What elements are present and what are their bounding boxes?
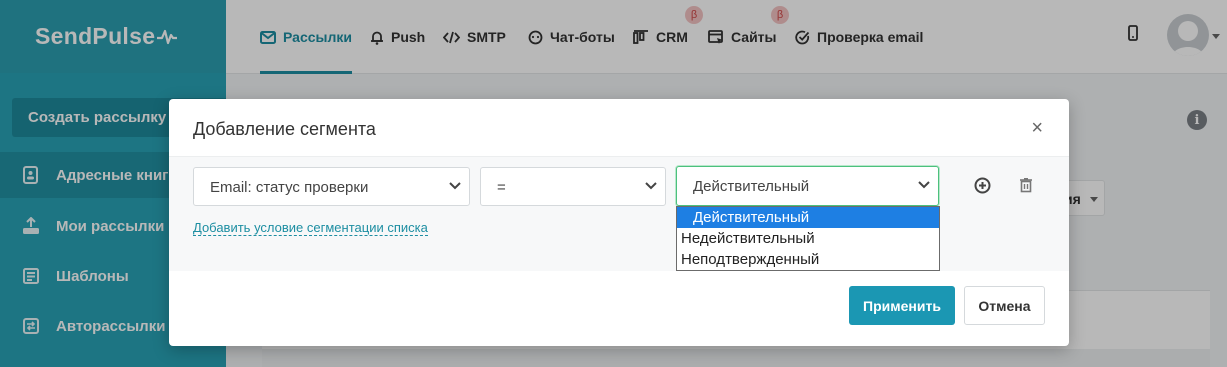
chevron-down-icon <box>645 182 657 190</box>
chevron-down-icon <box>449 182 461 190</box>
add-condition-link[interactable]: Добавить условие сегментации списка <box>193 220 428 236</box>
field-select[interactable]: Email: статус проверки <box>193 167 470 206</box>
operator-select[interactable]: = <box>480 167 666 206</box>
chevron-down-icon <box>918 181 930 189</box>
select-option[interactable]: Действительный <box>677 207 939 228</box>
cancel-button[interactable]: Отмена <box>964 286 1045 325</box>
add-condition-icon[interactable] <box>974 177 991 194</box>
apply-button[interactable]: Применить <box>849 286 955 325</box>
field-select-value: Email: статус проверки <box>210 179 369 196</box>
close-icon[interactable]: × <box>1031 117 1043 140</box>
modal-footer: Применить Отмена <box>169 271 1069 346</box>
operator-select-value: = <box>497 179 506 196</box>
value-select[interactable]: Действительный <box>676 166 939 206</box>
value-select-value: Действительный <box>693 178 810 195</box>
select-option[interactable]: Недействительный <box>677 228 939 249</box>
select-option[interactable]: Неподтвержденный <box>677 249 939 270</box>
modal-header: Добавление сегмента <box>169 99 1069 157</box>
value-select-options: Действительный Недействительный Неподтве… <box>676 206 940 271</box>
modal-title: Добавление сегмента <box>193 119 376 139</box>
trash-icon[interactable] <box>1019 177 1033 193</box>
